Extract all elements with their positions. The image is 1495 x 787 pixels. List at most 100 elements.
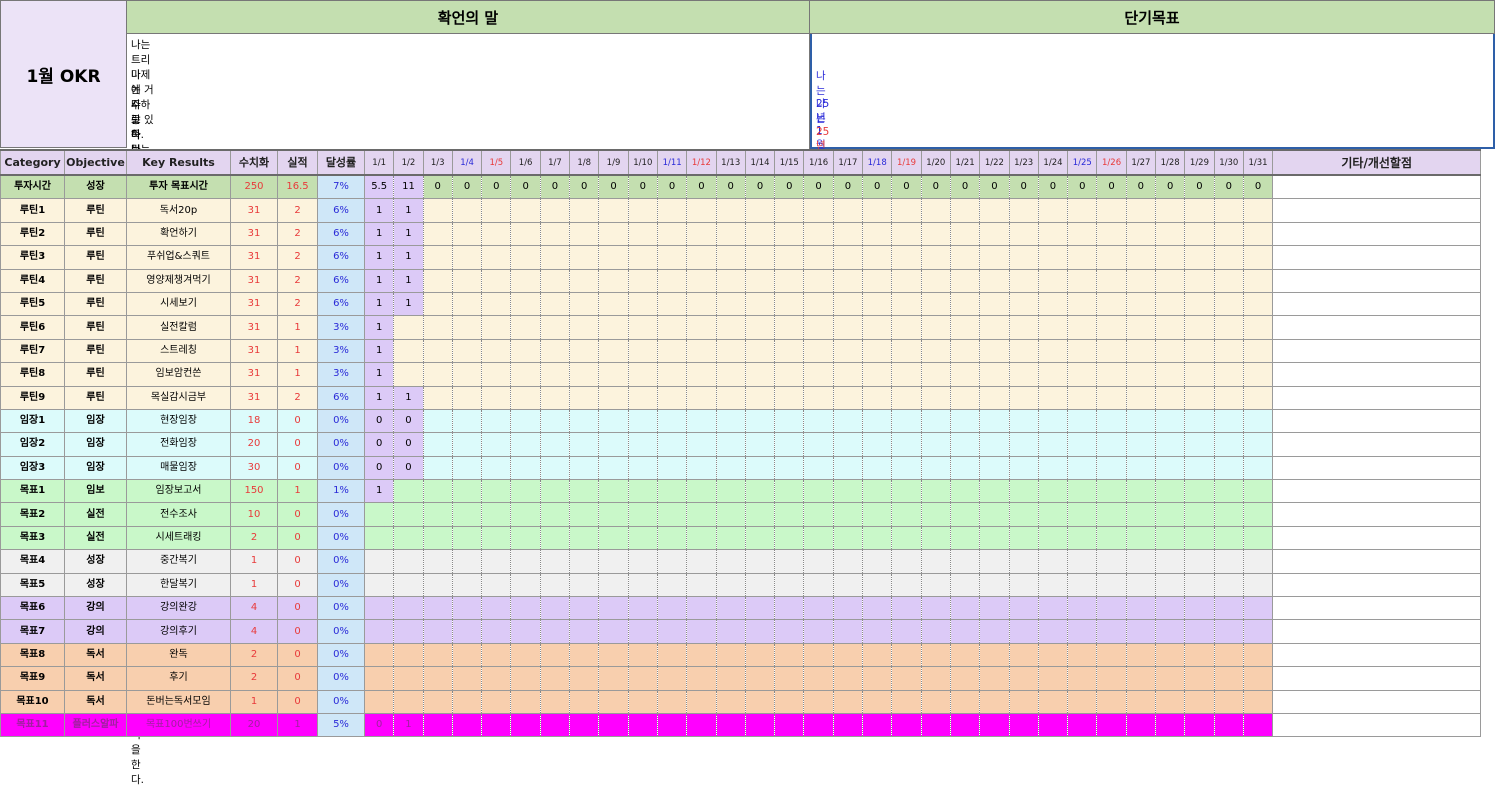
row-target[interactable]: 2: [230, 525, 278, 551]
row-day-cell[interactable]: [1067, 291, 1098, 317]
row-day-cell[interactable]: [627, 245, 658, 270]
header-day[interactable]: 1/5: [481, 149, 512, 176]
row-day-cell[interactable]: [451, 712, 483, 738]
row-day-cell[interactable]: [569, 596, 600, 621]
row-day-cell[interactable]: 0: [393, 455, 424, 481]
row-day-cell[interactable]: [627, 362, 658, 387]
row-day-cell[interactable]: [481, 549, 512, 574]
row-day-cell[interactable]: [598, 385, 629, 410]
row-day-cell[interactable]: [598, 338, 629, 364]
row-day-cell[interactable]: [1184, 268, 1215, 293]
row-day-cell[interactable]: [627, 642, 658, 668]
row-day-cell[interactable]: [1067, 572, 1098, 598]
row-day-cell[interactable]: [539, 362, 571, 387]
row-day-cell[interactable]: [393, 362, 424, 387]
row-day-cell[interactable]: [744, 291, 776, 317]
row-day-cell[interactable]: [774, 432, 805, 457]
row-day-cell[interactable]: [862, 666, 893, 691]
row-day-cell[interactable]: 1: [393, 385, 424, 410]
row-objective[interactable]: 루틴: [64, 221, 127, 247]
row-day-cell[interactable]: [1184, 596, 1215, 621]
row-day-cell[interactable]: [1155, 315, 1186, 340]
row-day-cell[interactable]: [656, 408, 688, 434]
row-day-cell[interactable]: [422, 502, 453, 527]
row-objective[interactable]: 강의: [64, 619, 127, 644]
row-target[interactable]: 31: [230, 315, 278, 340]
row-day-cell[interactable]: [891, 455, 922, 481]
row-day-cell[interactable]: [1184, 712, 1215, 738]
row-key-result[interactable]: 시세보기: [126, 291, 231, 317]
row-day-cell[interactable]: [744, 572, 776, 598]
row-day-cell[interactable]: 0: [656, 174, 688, 200]
row-day-cell[interactable]: [481, 525, 512, 551]
row-category[interactable]: 루틴6: [0, 315, 65, 340]
row-day-cell[interactable]: [510, 455, 541, 481]
row-day-cell[interactable]: 1: [363, 291, 395, 317]
row-day-cell[interactable]: [715, 502, 746, 527]
row-day-cell[interactable]: [569, 432, 600, 457]
row-day-cell[interactable]: [1213, 455, 1244, 481]
row-day-cell[interactable]: [451, 525, 483, 551]
row-day-cell[interactable]: [920, 221, 951, 247]
row-day-cell[interactable]: [891, 362, 922, 387]
row-day-cell[interactable]: [979, 525, 1010, 551]
row-day-cell[interactable]: [1242, 221, 1274, 247]
header-day[interactable]: 1/23: [1008, 149, 1039, 176]
header-day[interactable]: 1/30: [1213, 149, 1244, 176]
row-day-cell[interactable]: [979, 596, 1010, 621]
row-actual[interactable]: 2: [277, 245, 318, 270]
row-notes[interactable]: [1272, 666, 1482, 691]
row-day-cell[interactable]: [627, 502, 658, 527]
row-day-cell[interactable]: [1037, 221, 1069, 247]
row-day-cell[interactable]: [656, 432, 688, 457]
row-day-cell[interactable]: [569, 712, 600, 738]
row-day-cell[interactable]: [481, 432, 512, 457]
row-day-cell[interactable]: [774, 689, 805, 714]
row-day-cell[interactable]: [686, 198, 717, 223]
row-objective[interactable]: 독서: [64, 642, 127, 668]
row-day-cell[interactable]: [393, 642, 424, 668]
row-day-cell[interactable]: [539, 479, 571, 504]
row-objective[interactable]: 루틴: [64, 338, 127, 364]
row-day-cell[interactable]: [656, 198, 688, 223]
header-day[interactable]: 1/11: [656, 149, 688, 176]
row-day-cell[interactable]: [569, 525, 600, 551]
row-day-cell[interactable]: [920, 338, 951, 364]
row-day-cell[interactable]: [422, 549, 453, 574]
row-day-cell[interactable]: [1096, 408, 1127, 434]
row-day-cell[interactable]: [451, 291, 483, 317]
row-key-result[interactable]: 목실감시금부: [126, 385, 231, 410]
header-day[interactable]: 1/20: [920, 149, 951, 176]
row-actual[interactable]: 0: [277, 549, 318, 574]
row-day-cell[interactable]: [627, 268, 658, 293]
row-day-cell[interactable]: [715, 338, 746, 364]
row-day-cell[interactable]: [1242, 408, 1274, 434]
row-notes[interactable]: [1272, 525, 1482, 551]
row-day-cell[interactable]: [1067, 315, 1098, 340]
row-day-cell[interactable]: [451, 385, 483, 410]
row-day-cell[interactable]: [510, 245, 541, 270]
row-day-cell[interactable]: [715, 268, 746, 293]
row-actual[interactable]: 1: [277, 712, 318, 738]
row-target[interactable]: 31: [230, 198, 278, 223]
row-day-cell[interactable]: 11: [393, 174, 424, 200]
row-day-cell[interactable]: [1037, 245, 1069, 270]
row-day-cell[interactable]: [891, 221, 922, 247]
row-day-cell[interactable]: [715, 596, 746, 621]
row-day-cell[interactable]: [510, 198, 541, 223]
row-day-cell[interactable]: [891, 291, 922, 317]
row-day-cell[interactable]: [1125, 502, 1157, 527]
row-actual[interactable]: 0: [277, 666, 318, 691]
row-day-cell[interactable]: [949, 666, 981, 691]
row-day-cell[interactable]: [656, 712, 688, 738]
row-day-cell[interactable]: [979, 362, 1010, 387]
row-day-cell[interactable]: [1242, 338, 1274, 364]
row-key-result[interactable]: 돈버는독서모임: [126, 689, 231, 714]
row-day-cell[interactable]: [744, 596, 776, 621]
row-day-cell[interactable]: [363, 572, 395, 598]
row-day-cell[interactable]: [1242, 291, 1274, 317]
row-day-cell[interactable]: [1213, 619, 1244, 644]
row-notes[interactable]: [1272, 596, 1482, 621]
row-day-cell[interactable]: [481, 619, 512, 644]
row-actual[interactable]: 2: [277, 291, 318, 317]
